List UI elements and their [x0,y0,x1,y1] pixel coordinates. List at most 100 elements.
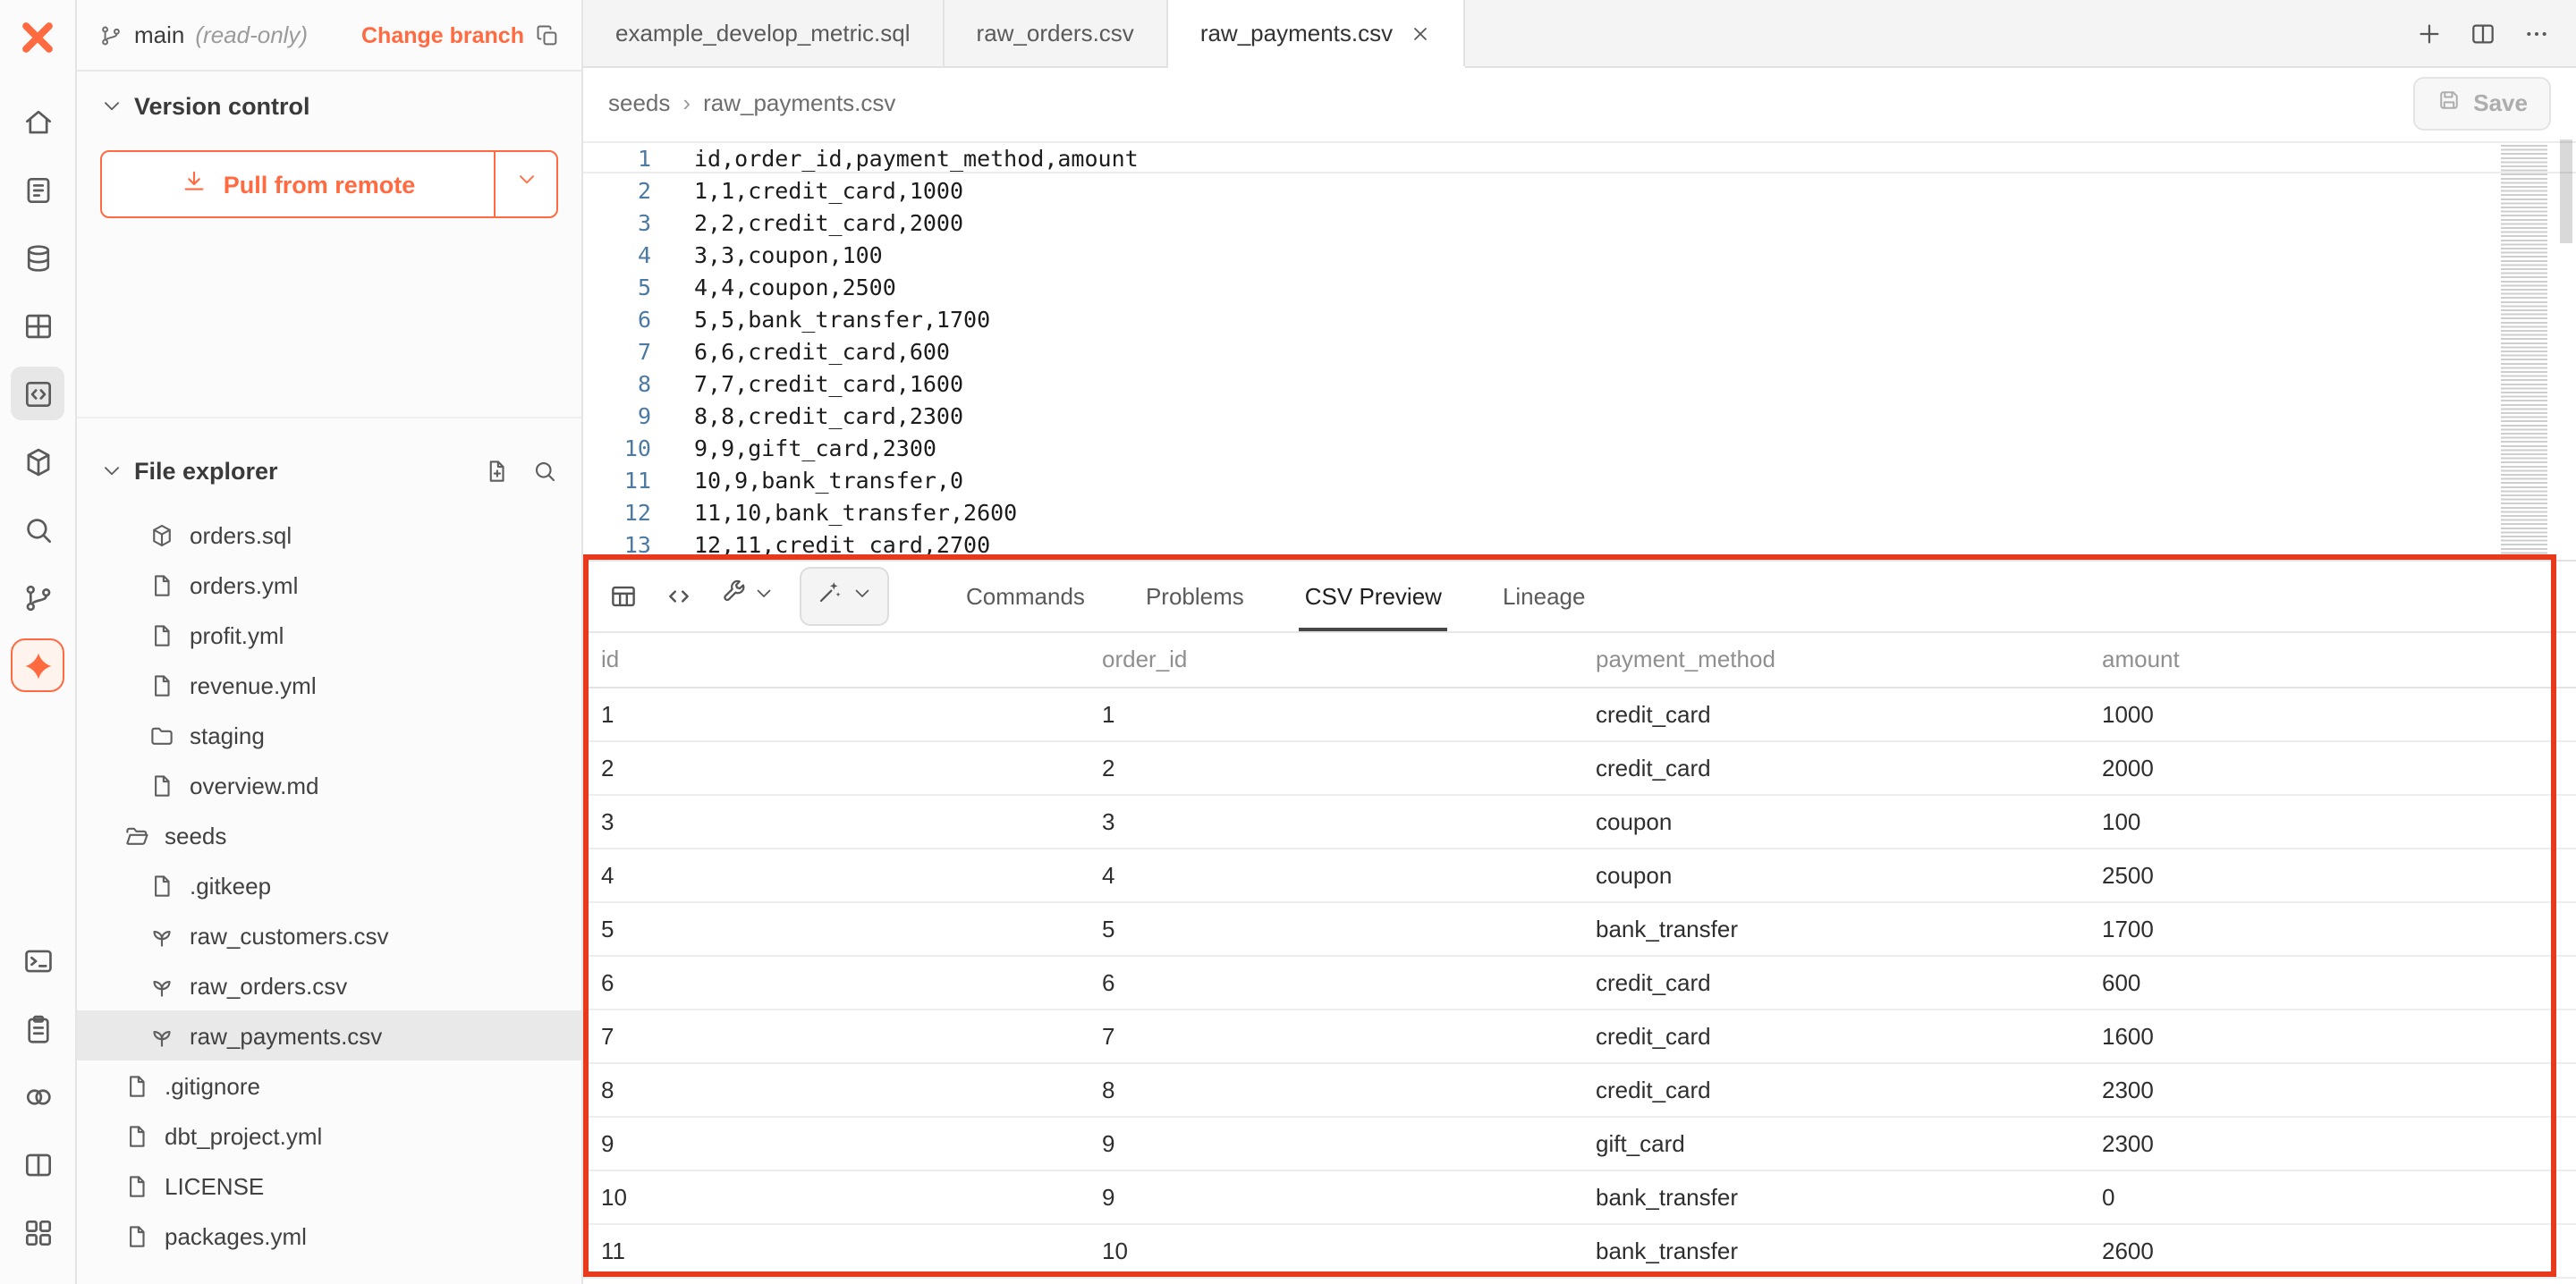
file-icon [148,571,175,598]
code-line[interactable]: 1110,9,bank_transfer,0 [583,463,2576,495]
file-item-staging[interactable]: staging [77,710,581,760]
rail-button-dbt-mark[interactable] [11,638,64,692]
code-line[interactable]: 1211,10,bank_transfer,2600 [583,495,2576,528]
rail-button-git-branch[interactable] [11,570,64,624]
pull-from-remote-main[interactable]: Pull from remote [102,152,496,216]
table-row[interactable]: 109bank_transfer0 [583,1170,2576,1223]
rail-button-layout-columns[interactable] [11,1137,64,1191]
rail-button-search[interactable] [11,503,64,556]
seed-icon [148,972,175,999]
branch-bar: main (read-only) Change branch [77,0,581,72]
table-row[interactable]: 44coupon2500 [583,848,2576,901]
file-item-raw-payments-csv[interactable]: raw_payments.csv [77,1010,581,1060]
close-tab-icon[interactable] [1409,22,1430,44]
copy-branch-button[interactable] [535,22,560,47]
rail-button-code-editor[interactable] [11,367,64,420]
panel-tab-commands[interactable]: Commands [961,562,1090,631]
new-tab-icon[interactable] [2415,19,2444,47]
rail-button-apps-grid[interactable] [11,1205,64,1259]
code-line[interactable]: 43,3,coupon,100 [583,238,2576,270]
file-icon [148,772,175,798]
table-row[interactable]: 11credit_card1000 [583,687,2576,740]
file-explorer-header-row: File explorer [77,458,581,485]
save-button[interactable]: Save [2412,76,2551,130]
table-row[interactable]: 55bank_transfer1700 [583,901,2576,955]
change-branch-link[interactable]: Change branch [361,22,524,47]
table-cell: 12 [583,1277,1084,1284]
table-row[interactable]: 66credit_card600 [583,955,2576,1009]
new-file-icon[interactable] [483,458,510,485]
table-cell: 3 [1084,794,1578,848]
code-line[interactable]: 76,6,credit_card,600 [583,334,2576,367]
file-item-raw-customers-csv[interactable]: raw_customers.csv [77,910,581,960]
breadcrumb-folder[interactable]: seeds [608,89,670,116]
line-content: 5,5,bank_transfer,1700 [651,304,990,333]
code-line[interactable]: 1312,11,credit_card,2700 [583,528,2576,560]
file-item-packages-yml[interactable]: packages.yml [77,1211,581,1261]
tab-raw-payments-csv[interactable]: raw_payments.csv [1168,0,1464,66]
file-label: LICENSE [165,1172,264,1199]
rail-button-home[interactable] [11,95,64,148]
file-item-revenue-yml[interactable]: revenue.yml [77,660,581,710]
file-item-dbt-project-yml[interactable]: dbt_project.yml [77,1111,581,1161]
vertical-scrollbar[interactable] [2560,139,2572,243]
tab-raw-orders-csv[interactable]: raw_orders.csv [945,0,1168,66]
rail-button-notebook[interactable] [11,163,64,216]
search-icon [531,458,558,485]
file-item-orders-yml[interactable]: orders.yml [77,560,581,610]
chevron-down-icon [100,460,123,483]
breadcrumb-separator: › [682,89,691,116]
code-line[interactable]: 1id,order_id,payment_method,amount [583,141,2576,173]
version-control-header[interactable]: Version control [100,93,558,120]
rail-button-clipboard[interactable] [11,1001,64,1055]
file-explorer-header[interactable]: File explorer [100,458,558,485]
table-row[interactable]: 33coupon100 [583,794,2576,848]
table-row[interactable]: 88credit_card2300 [583,1062,2576,1116]
code-line[interactable]: 109,9,gift_card,2300 [583,431,2576,463]
file-item-overview-md[interactable]: overview.md [77,760,581,810]
file-item-license[interactable]: LICENSE [77,1161,581,1211]
format-button[interactable] [800,567,889,626]
rail-button-circles[interactable] [11,1069,64,1123]
file-label: overview.md [190,772,319,798]
rail-button-grid[interactable] [11,299,64,352]
column-header-id: id [583,633,1084,687]
table-row[interactable]: 99gift_card2300 [583,1116,2576,1170]
table-row[interactable]: 1211credit_card2700 [583,1277,2576,1284]
kebab-icon [2522,19,2551,47]
code-line[interactable]: 65,5,bank_transfer,1700 [583,302,2576,334]
table-row[interactable]: 22credit_card2000 [583,740,2576,794]
file-item-gitkeep[interactable]: .gitkeep [77,860,581,910]
panel-tab-problems[interactable]: Problems [1140,562,1250,631]
overflow-menu-icon[interactable] [2522,19,2551,47]
code-view-button[interactable] [664,581,694,612]
code-line[interactable]: 98,8,credit_card,2300 [583,399,2576,431]
file-item-profit-yml[interactable]: profit.yml [77,610,581,660]
search-files-icon[interactable] [531,458,558,485]
tab-example-develop-metric-sql[interactable]: example_develop_metric.sql [583,0,945,66]
table-view-button[interactable] [608,581,639,612]
rail-button-terminal[interactable] [11,933,64,987]
file-item-seeds[interactable]: seeds [77,810,581,860]
code-line[interactable]: 54,4,coupon,2500 [583,270,2576,302]
panel-tab-lineage[interactable]: Lineage [1497,562,1591,631]
line-number: 8 [583,368,651,397]
build-button[interactable] [719,578,775,615]
split-view-icon[interactable] [2469,19,2497,47]
code-editor[interactable]: 1id,order_id,payment_method,amount21,1,c… [583,138,2576,560]
table-row[interactable]: 1110bank_transfer2600 [583,1223,2576,1277]
dbt-logo-icon[interactable] [13,16,63,66]
code-line[interactable]: 87,7,credit_card,1600 [583,367,2576,399]
file-item-gitignore[interactable]: .gitignore [77,1060,581,1111]
code-line[interactable]: 32,2,credit_card,2000 [583,206,2576,238]
panel-tab-csv-preview[interactable]: CSV Preview [1300,562,1447,631]
minimap[interactable] [2501,145,2547,560]
file-item-orders-sql[interactable]: orders.sql [77,510,581,560]
rail-button-cube[interactable] [11,435,64,488]
file-item-raw-orders-csv[interactable]: raw_orders.csv [77,960,581,1010]
table-cell: 11 [583,1223,1084,1277]
code-line[interactable]: 21,1,credit_card,1000 [583,173,2576,206]
rail-button-database[interactable] [11,231,64,284]
pull-options-dropdown[interactable] [496,152,556,216]
table-row[interactable]: 77credit_card1600 [583,1009,2576,1062]
